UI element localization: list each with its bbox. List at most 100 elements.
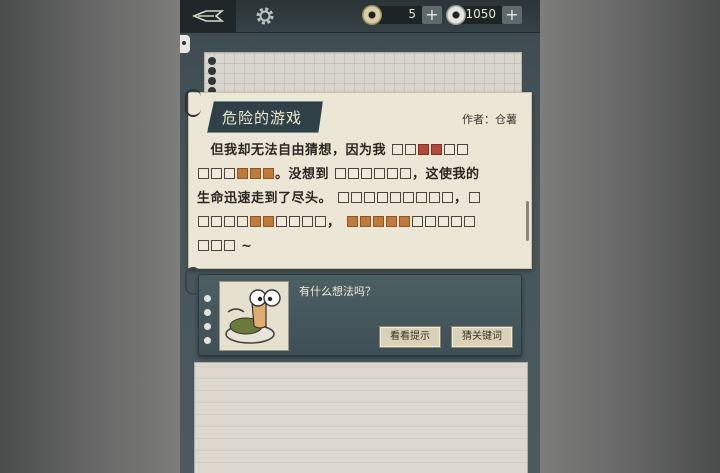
revealed-char[interactable] [385,216,397,227]
hidden-char[interactable] [437,216,449,227]
revealed-char[interactable] [346,216,358,227]
hidden-char[interactable] [211,240,222,251]
hidden-char[interactable] [198,216,209,227]
add-coin-button[interactable]: + [502,6,522,24]
quill-pen-icon [192,10,225,22]
guess-keyword-button[interactable]: 猜关键词 [451,326,513,348]
binder-hole [204,337,211,344]
hidden-char[interactable] [351,192,363,203]
left-backdrop [0,0,180,473]
revealed-char[interactable] [250,168,261,179]
revealed-char[interactable] [250,216,261,227]
show-hint-button[interactable]: 看看提示 [379,326,441,348]
story-text-segment: ， [454,191,468,206]
hidden-char[interactable] [348,168,360,179]
top-bar: 5 + 1050 + [180,0,540,33]
binder-ring [208,67,216,75]
story-text: 但我却无法自由猜想，因为我 。没想到 ，这使我的 生命迅速走到了尽头。 ， ， … [197,139,523,259]
revealed-char[interactable] [263,168,274,179]
story-card: 危险的游戏 作者：仓薯 但我却无法自由猜想，因为我 。没想到 ，这使我的 生命迅… [185,89,532,269]
hidden-char[interactable] [198,240,209,251]
hint-token-icon [362,5,382,25]
hidden-char[interactable] [392,144,404,155]
hidden-char[interactable] [403,192,415,203]
hidden-char[interactable] [457,144,469,155]
revealed-char[interactable] [398,216,410,227]
hidden-char[interactable] [335,168,347,179]
menu-button[interactable] [180,0,236,32]
hidden-char[interactable] [405,144,417,155]
hidden-char[interactable] [416,192,428,203]
hint-panel: 有什么想法吗？ 看看提示 猜关键词 [185,267,522,356]
hint-question: 有什么想法吗？ [299,285,376,298]
game-screen: 5 + 1050 + 危险的游戏 作者：仓薯 但我却无法自由猜想，因为我 。没想 [180,0,540,473]
hidden-char[interactable] [424,216,436,227]
revealed-char[interactable] [263,216,274,227]
binder-ring [208,57,216,65]
hidden-char[interactable] [390,192,402,203]
hidden-char[interactable] [364,192,376,203]
revealed-char[interactable] [237,168,248,179]
hidden-char[interactable] [224,240,235,251]
hidden-char[interactable] [442,192,454,203]
story-line: ~ [197,235,523,259]
revealed-char[interactable] [431,144,443,155]
hidden-char[interactable] [224,216,235,227]
hidden-char[interactable] [463,216,475,227]
story-line: ， [197,211,523,235]
story-text-segment: 生命迅速走到了尽头。 [197,191,333,206]
story-text-segment: 。没想到 [275,167,330,182]
hidden-char[interactable] [276,216,287,227]
binder-ring [208,77,216,85]
paper-clip [185,89,201,117]
hidden-char[interactable] [444,144,456,155]
hidden-char[interactable] [468,192,480,203]
binder-hole [204,323,211,330]
binder-hole [204,295,211,302]
revealed-char[interactable] [372,216,384,227]
story-text-segment: 但我却无法自由猜想，因为我 [197,143,387,158]
hidden-char[interactable] [338,192,350,203]
mascot-icon [225,289,281,344]
story-text-segment: ，这使我的 [412,167,480,182]
hidden-char[interactable] [302,216,313,227]
hidden-char[interactable] [387,168,399,179]
story-line: 但我却无法自由猜想，因为我 [197,139,523,163]
hidden-char[interactable] [315,216,326,227]
coin-value: 1050 [465,7,496,21]
gear-icon[interactable] [254,5,276,27]
hint-token-value: 5 [408,7,416,21]
hidden-char[interactable] [450,216,462,227]
hidden-char[interactable] [224,168,235,179]
hidden-char[interactable] [289,216,300,227]
coin-icon [446,5,466,25]
hidden-char[interactable] [361,168,373,179]
hidden-char[interactable] [400,168,412,179]
hint-token-counter: 5 + [372,6,442,24]
story-line: 生命迅速走到了尽头。 ， [197,187,523,211]
story-scrollbar[interactable] [526,201,529,241]
right-backdrop [540,0,720,473]
side-drawer-tab[interactable] [180,35,190,53]
hidden-char[interactable] [211,216,222,227]
story-title-plate: 危险的游戏 [207,101,323,133]
hidden-char[interactable] [374,168,386,179]
add-hint-token-button[interactable]: + [422,6,442,24]
hidden-char[interactable] [198,168,209,179]
story-title: 危险的游戏 [222,109,303,127]
revealed-char[interactable] [359,216,371,227]
story-author: 作者：仓薯 [462,113,517,126]
story-text-segment: ， [327,215,341,230]
hidden-char[interactable] [377,192,389,203]
hidden-char[interactable] [429,192,441,203]
hidden-char[interactable] [411,216,423,227]
mascot-avatar [219,281,289,351]
story-line: 。没想到 ，这使我的 [197,163,523,187]
hidden-char[interactable] [237,216,248,227]
hidden-char[interactable] [211,168,222,179]
story-text-segment: ~ [241,239,253,254]
revealed-char[interactable] [418,144,430,155]
paper-clip [185,267,201,295]
answer-notebook [194,362,528,473]
binder-hole [204,309,211,316]
